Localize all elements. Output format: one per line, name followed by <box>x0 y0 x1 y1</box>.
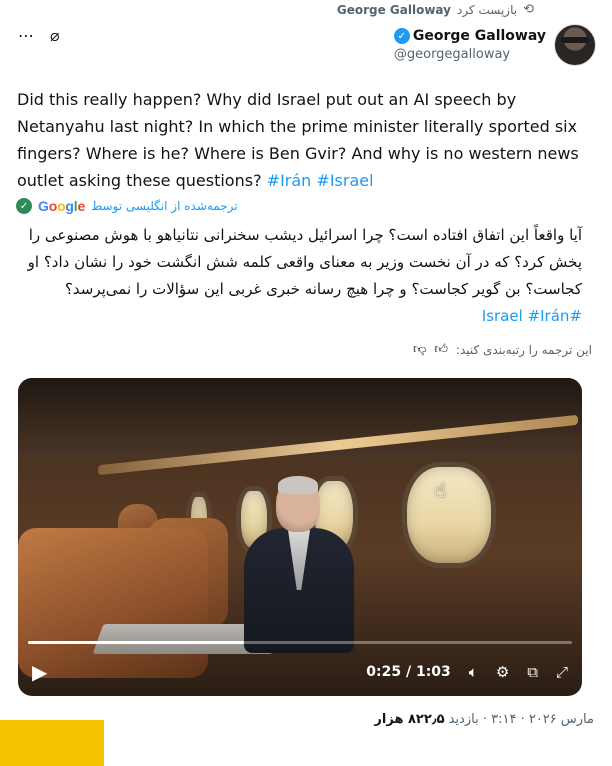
rate-translation: این ترجمه را رتبه‌بندی کنید: 👍︎ 👎︎ <box>413 342 592 357</box>
thumbs-up-icon[interactable]: 👍︎ <box>434 342 448 357</box>
video-progress-bar[interactable] <box>28 641 572 644</box>
video-controls: ▶ 0:25 / 1:03 🔈︎ ⚙ ⧉ ⤢ <box>18 648 582 696</box>
video-time: 0:25 / 1:03 <box>366 664 451 680</box>
video-controls-right: 0:25 / 1:03 🔈︎ ⚙ ⧉ ⤢ <box>366 663 568 681</box>
video-scene-person <box>244 476 354 653</box>
google-logo: Google <box>38 198 86 214</box>
verified-badge-icon: ✓ <box>393 28 410 44</box>
thumbs-down-icon[interactable]: 👎︎ <box>413 342 426 357</box>
repost-header: ⟲ بازپست کرد George Galloway <box>337 2 534 17</box>
play-icon[interactable]: ▶ <box>32 660 47 684</box>
author-block: ✓ George Galloway @georgegalloway <box>393 24 596 66</box>
translated-label: ترجمه‌شده از انگلیسی توسط <box>91 199 238 213</box>
person-hair <box>278 476 318 494</box>
more-icon[interactable]: ⋯ <box>18 26 34 45</box>
repost-user[interactable]: George Galloway <box>337 3 451 17</box>
volume-icon[interactable]: 🔈︎ <box>469 663 478 681</box>
translation-text: آیا واقعاً این اتفاق افتاده است؟ چرا اسر… <box>17 222 582 330</box>
handle[interactable]: @georgegalloway <box>394 47 510 62</box>
translation-body: آیا واقعاً این اتفاق افتاده است؟ چرا اسر… <box>27 226 582 298</box>
name-row: ✓ George Galloway <box>393 28 546 44</box>
video-progress-fill <box>28 641 244 644</box>
hashtag-iran[interactable]: #Irán <box>267 171 312 190</box>
tweet-text: Did this really happen? Why did Israel p… <box>17 86 582 194</box>
hashtag-israel[interactable]: #Israel <box>316 171 373 190</box>
translation-hashtag-iran[interactable]: #Irán <box>528 307 570 325</box>
translated-by[interactable]: ترجمه‌شده از انگلیسی توسط Google ✓ <box>16 198 238 214</box>
video-player[interactable]: ☝ ▶ 0:25 / 1:03 🔈︎ ⚙ ⧉ ⤢ <box>18 378 582 696</box>
grok-icon[interactable]: ⌀ <box>50 26 60 45</box>
author-names: ✓ George Galloway @georgegalloway <box>393 28 546 62</box>
top-actions: ⋯ ⌀ <box>18 26 60 45</box>
tweet-date[interactable]: مارس ۲۰۲۶ · ۳:۱۴ · بازدید <box>449 712 594 727</box>
settings-icon[interactable]: ⚙ <box>496 663 509 681</box>
display-name[interactable]: George Galloway <box>413 28 546 44</box>
check-icon: ✓ <box>16 198 32 214</box>
view-count: ۸۲۲٫۵ هزار <box>374 712 445 727</box>
pip-icon[interactable]: ⧉ <box>527 663 538 681</box>
hand-cursor-icon: ☝ <box>434 478 447 502</box>
rate-label: این ترجمه را رتبه‌بندی کنید: <box>455 342 592 357</box>
repost-icon: ⟲ <box>523 2 534 17</box>
video-scene-window <box>402 462 496 568</box>
avatar[interactable] <box>554 24 596 66</box>
repost-label: بازپست کرد <box>456 2 518 17</box>
fullscreen-icon[interactable]: ⤢ <box>556 663 568 681</box>
watermark-logo <box>0 720 104 766</box>
tweet-meta: مارس ۲۰۲۶ · ۳:۱۴ · بازدید ۸۲۲٫۵ هزار <box>374 712 594 727</box>
